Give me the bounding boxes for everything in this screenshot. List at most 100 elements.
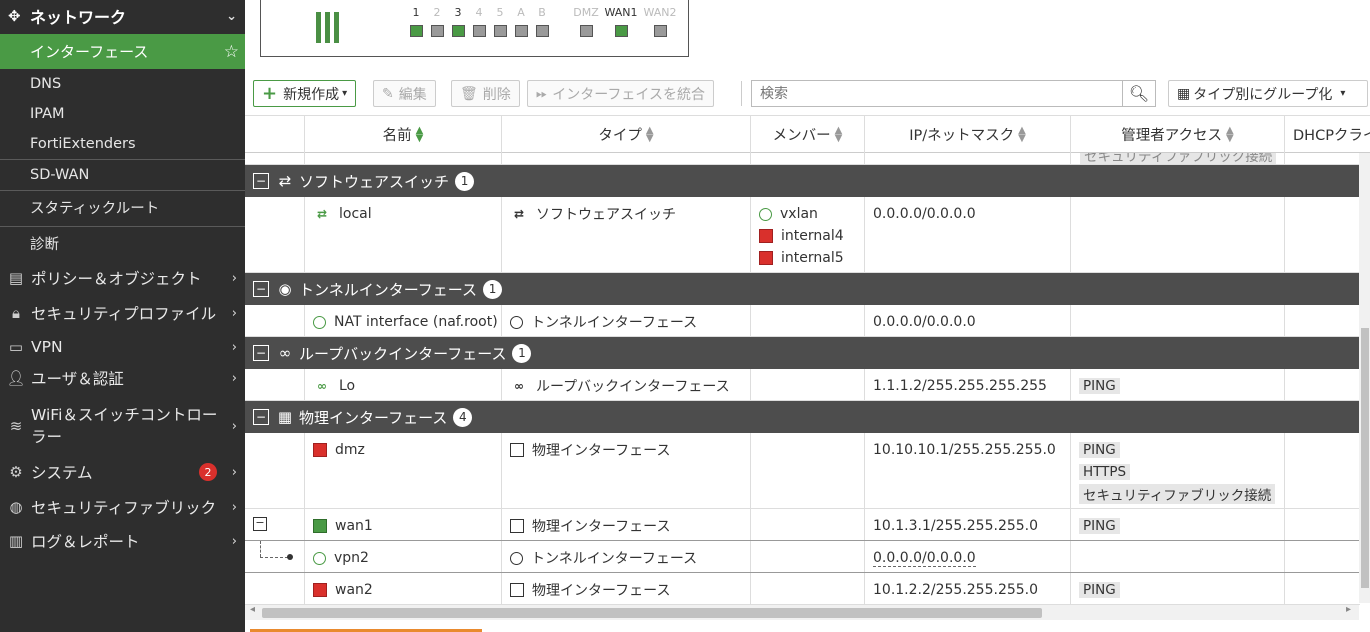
port-b[interactable]: B	[530, 6, 554, 37]
sidebar-item-policy[interactable]: ▤ ポリシー＆オブジェクト ›	[0, 261, 245, 295]
fabric-icon: ◍	[9, 498, 23, 516]
sort-icon: ▲ ▼	[834, 124, 843, 144]
grid-icon: ▦	[1177, 85, 1191, 102]
column-header-ip[interactable]: IP/ネットマスク ▲ ▼	[865, 116, 1071, 153]
group-label: 物理インターフェース	[299, 408, 448, 427]
collapse-icon[interactable]: −	[253, 173, 269, 189]
group-label: ループバックインターフェース	[299, 344, 507, 363]
group-label: ソフトウェアスイッチ	[299, 172, 450, 191]
sidebar-item-log-report[interactable]: ▥ ログ＆レポート ›	[0, 524, 245, 558]
sidebar-item-security-profiles[interactable]: 🔒︎ セキュリティプロファイル ›	[0, 296, 245, 330]
sidebar-network-header[interactable]: ✥ ネットワーク ⌄	[0, 0, 245, 32]
sort-icon: ▲ ▼	[1018, 124, 1026, 144]
sidebar-item-system[interactable]: ⚙ システム 2 ›	[0, 455, 245, 489]
sidebar-item-ipam[interactable]: IPAM	[0, 99, 245, 129]
scroll-right-icon[interactable]: ▸	[1346, 604, 1351, 615]
sort-icon: ▲ ▼	[415, 124, 424, 144]
port-up-icon	[313, 519, 327, 533]
access-tag: PING	[1079, 442, 1120, 458]
search-input[interactable]	[752, 81, 1122, 106]
port-down-icon	[313, 443, 327, 457]
group-count: 4	[453, 407, 473, 427]
group-header-tunnel[interactable]: − ◉ トンネルインターフェース 1	[245, 273, 1360, 305]
collapse-icon[interactable]: −	[253, 281, 269, 297]
sidebar-item-label: インターフェース	[30, 43, 149, 61]
sidebar-item-label: セキュリティファブリック	[31, 499, 217, 517]
column-header-members[interactable]: メンバー ▲ ▼	[751, 116, 865, 153]
sidebar-item-diagnostics[interactable]: 診断	[0, 228, 245, 258]
star-icon[interactable]: ☆	[224, 42, 239, 62]
integrate-interface-button[interactable]: ⏩︎ インターフェイスを統合	[527, 80, 714, 107]
sidebar-item-dns[interactable]: DNS	[0, 69, 245, 99]
device-port-panel: 1 2 3 4 5 A B DMZ WAN1 WAN2	[260, 0, 689, 57]
chevron-right-icon: ›	[231, 533, 237, 549]
port-wan1[interactable]: WAN1	[601, 6, 641, 37]
group-header-physical[interactable]: − ▦ 物理インターフェース 4	[245, 401, 1360, 433]
group-header-software-switch[interactable]: − ⇄ ソフトウェアスイッチ 1	[245, 165, 1360, 197]
tunnel-icon	[313, 315, 326, 329]
collapse-icon[interactable]: −	[253, 517, 267, 531]
table-row[interactable]: セキュリティファブリック接続	[245, 153, 1360, 165]
column-header-name[interactable]: 名前 ▲ ▼	[305, 116, 502, 153]
sidebar-item-fortiextenders[interactable]: FortiExtenders	[0, 129, 245, 159]
table-row-lo[interactable]: ∞ Lo ∞ ループバックインターフェース 1.1.1.2/255.255.255.…	[245, 369, 1360, 401]
table-row-dmz[interactable]: dmz 物理インターフェース 10.10.10.1/255.255.255.0 …	[245, 433, 1360, 509]
lock-icon: 🔒︎	[12, 304, 20, 322]
access-tag: セキュリティファブリック接続	[1079, 484, 1276, 504]
chevron-right-icon: ›	[231, 464, 237, 480]
integrate-label: インターフェイスを統合	[552, 86, 705, 103]
loopback-icon: ∞	[278, 344, 292, 362]
table-row-wan1[interactable]: − wan1 物理インターフェース 10.1.3.1/255.255.255.0…	[245, 509, 1360, 541]
chevron-right-icon: ›	[231, 370, 237, 386]
access-tag: HTTPS	[1079, 464, 1131, 480]
sidebar-item-vpn[interactable]: ▭ VPN ›	[0, 330, 245, 364]
loopback-icon: ∞	[514, 379, 524, 393]
search-icon[interactable]: 🔍︎	[1122, 81, 1155, 106]
tree-line	[260, 541, 261, 557]
caret-down-icon: ▾	[342, 88, 348, 99]
sidebar-item-security-fabric[interactable]: ◍ セキュリティファブリック ›	[0, 490, 245, 524]
sidebar-item-label: DNS	[30, 76, 62, 92]
access-tag: PING	[1079, 582, 1120, 598]
port-dmz[interactable]: DMZ	[571, 6, 601, 37]
access-tag: PING	[1079, 518, 1120, 534]
sidebar-item-static-routes[interactable]: スタティックルート	[0, 192, 245, 222]
scroll-left-icon[interactable]: ◂	[250, 604, 255, 615]
group-by-label: タイプ別にグループ化	[1193, 86, 1333, 103]
table-row-wan2[interactable]: wan2 物理インターフェース 10.1.2.2/255.255.255.0 P…	[245, 573, 1360, 605]
column-header-admin-access[interactable]: 管理者アクセス ▲ ▼	[1071, 116, 1285, 153]
column-header-dhcp[interactable]: DHCPクライ	[1285, 116, 1370, 153]
delete-button[interactable]: 🗑︎ 削除	[451, 80, 520, 107]
chevron-right-icon: ›	[231, 418, 237, 434]
group-header-loopback[interactable]: − ∞ ループバックインターフェース 1	[245, 337, 1360, 369]
sidebar-item-label: IPAM	[30, 106, 65, 122]
ip-netmask: 0.0.0.0/0.0.0.0	[873, 549, 976, 567]
ip-netmask: 10.1.3.1/255.255.255.0	[873, 518, 1039, 534]
table-row-local[interactable]: ⇄ local ⇄ ソフトウェアスイッチ vxlan internal4 inter…	[245, 197, 1360, 273]
group-label: トンネルインターフェース	[299, 280, 478, 299]
table-row-nat[interactable]: NAT interface (naf.root) トンネルインターフェース 0.…	[245, 305, 1360, 337]
table-row-vpn2[interactable]: vpn2 トンネルインターフェース 0.0.0.0/0.0.0.0	[245, 541, 1360, 573]
column-header-type[interactable]: タイプ ▲ ▼	[502, 116, 751, 153]
user-icon: 👤︎	[6, 369, 26, 387]
sidebar-item-wifi-switch[interactable]: ≋ WiFi＆スイッチコントローラー ›	[0, 402, 245, 450]
sidebar-item-sdwan[interactable]: SD-WAN	[0, 160, 245, 190]
interface-name: vpn2	[334, 550, 369, 566]
tunnel-icon	[510, 551, 523, 565]
sidebar: ✥ ネットワーク ⌄ インターフェース ☆ DNS IPAM FortiExte…	[0, 0, 245, 632]
group-by-type-dropdown[interactable]: ▦ タイプ別にグループ化 ▾	[1168, 80, 1368, 107]
sidebar-item-user-auth[interactable]: 👤︎ ユーザ＆認証 ›	[0, 361, 245, 395]
port-wan2[interactable]: WAN2	[641, 6, 679, 37]
switch-icon: ⇄	[278, 172, 292, 190]
sidebar-item-interfaces[interactable]: インターフェース ☆	[0, 34, 245, 69]
vertical-scrollbar-thumb[interactable]	[1361, 328, 1369, 588]
edit-button[interactable]: ✎ 編集	[373, 80, 436, 107]
tree-line	[260, 557, 288, 558]
collapse-icon[interactable]: −	[253, 409, 269, 425]
horizontal-scrollbar-thumb[interactable]	[262, 608, 1042, 618]
create-new-button[interactable]: + 新規作成 ▾	[253, 80, 357, 107]
ip-netmask: 0.0.0.0/0.0.0.0	[873, 206, 976, 222]
interface-type: 物理インターフェース	[532, 443, 671, 459]
divider	[0, 190, 245, 191]
collapse-icon[interactable]: −	[253, 345, 269, 361]
